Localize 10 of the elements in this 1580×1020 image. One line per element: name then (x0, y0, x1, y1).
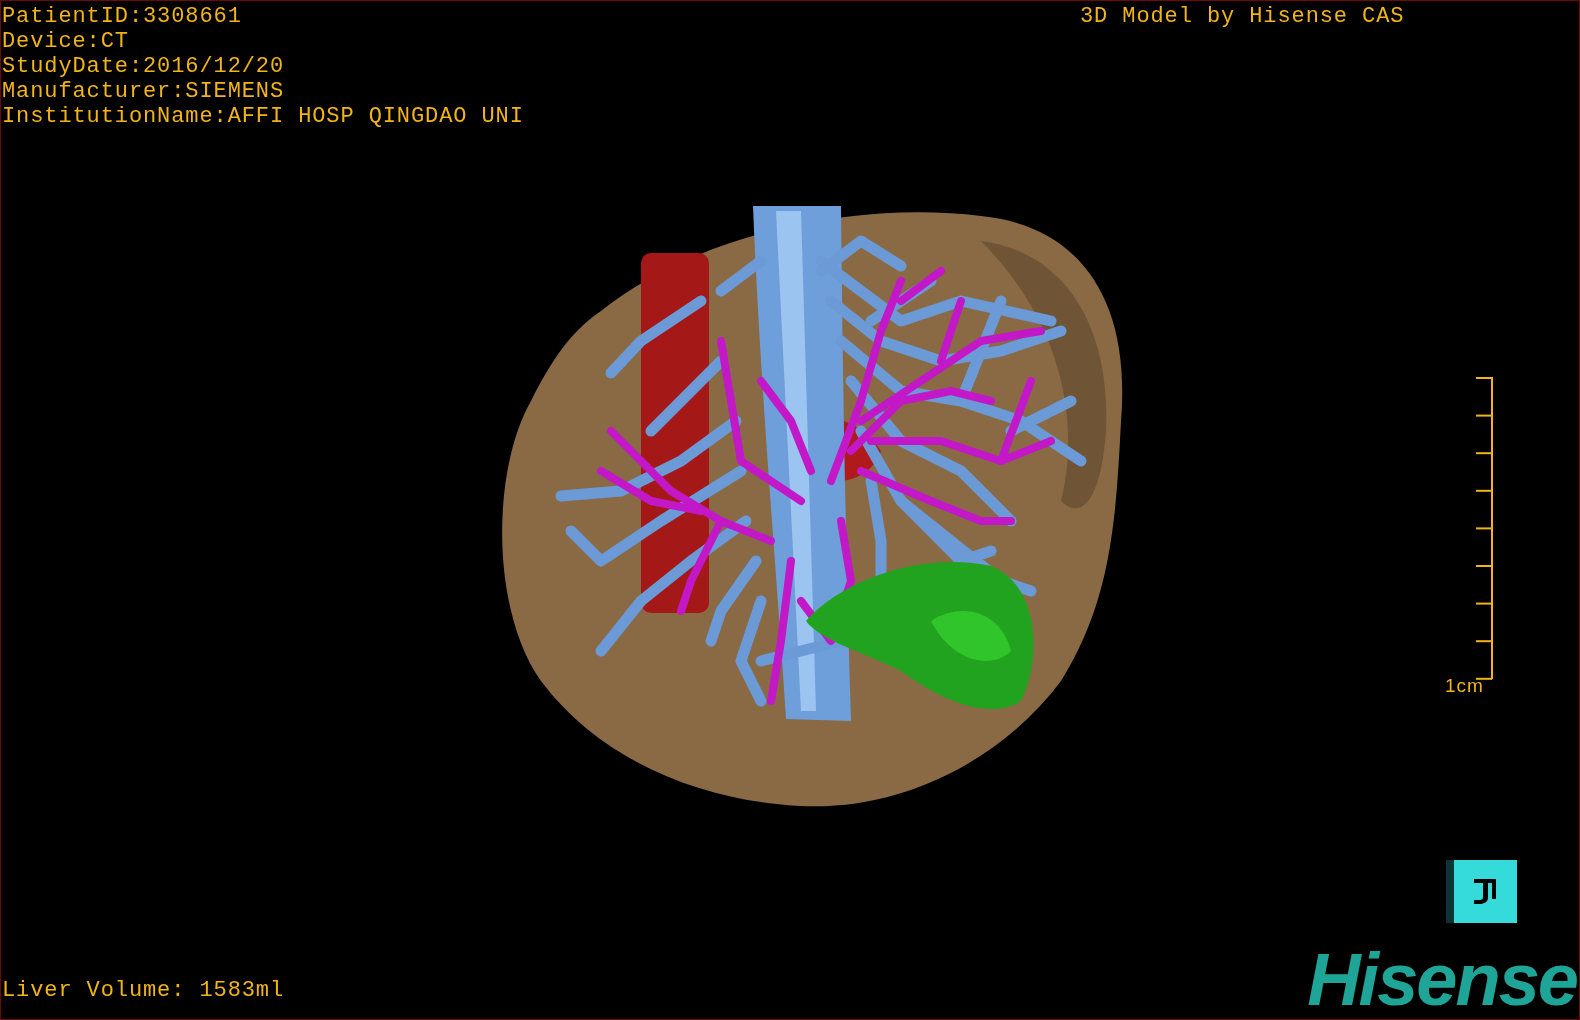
liver-volume-text: Liver Volume: 1583ml (2, 978, 285, 1003)
patient-info-text: PatientID:3308661 (2, 4, 243, 29)
patient-info-text: Manufacturer:SIEMENS (2, 79, 286, 104)
patient-info-text: StudyDate:2016/12/20 (2, 54, 286, 79)
header-title: 3D Model by Hisense CAS (1080, 4, 1405, 29)
scale-label: 1cm (1445, 675, 1484, 697)
brand-logo-text: Hisense (1307, 949, 1578, 1011)
patient-info-text: InstitutionName:AFFI HOSP QINGDAO UNI (2, 104, 524, 129)
app-badge-icon[interactable] (1446, 860, 1517, 923)
patient-info-text: Device:CT (2, 29, 130, 54)
